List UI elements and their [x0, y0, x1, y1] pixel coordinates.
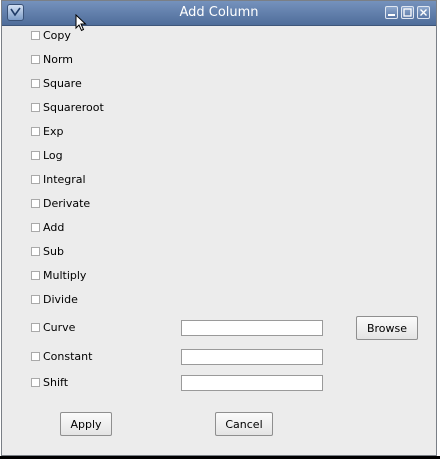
- checkbox-label: Log: [43, 148, 63, 162]
- checkbox-integral[interactable]: Integral: [31, 171, 86, 187]
- checkbox-label: Exp: [43, 124, 64, 138]
- checkbox-label: Divide: [43, 292, 78, 306]
- constant-input[interactable]: [181, 349, 323, 365]
- add-column-dialog: Add Column Copy Norm Square Squareroot E…: [1, 0, 437, 456]
- checkbox-box[interactable]: [31, 246, 40, 256]
- checkbox-box[interactable]: [31, 322, 40, 332]
- checkbox-box[interactable]: [31, 30, 40, 40]
- checkbox-box[interactable]: [31, 126, 40, 136]
- checkbox-label: Shift: [43, 375, 69, 389]
- checkbox-multiply[interactable]: Multiply: [31, 267, 86, 283]
- checkbox-divide[interactable]: Divide: [31, 291, 78, 307]
- cancel-button[interactable]: Cancel: [215, 412, 273, 436]
- checkbox-label: Copy: [43, 28, 71, 42]
- checkbox-label: Square: [43, 76, 82, 90]
- maximize-icon[interactable]: [401, 6, 414, 19]
- title-bar[interactable]: Add Column: [2, 1, 436, 26]
- browse-button[interactable]: Browse: [356, 316, 418, 340]
- checkbox-label: Curve: [43, 320, 76, 334]
- checkbox-box[interactable]: [31, 351, 40, 361]
- checkbox-label: Add: [43, 220, 65, 234]
- window-title: Add Column: [179, 5, 259, 20]
- checkbox-curve[interactable]: Curve: [31, 319, 75, 335]
- minimize-icon[interactable]: [385, 6, 398, 19]
- mouse-pointer-icon: [75, 14, 87, 32]
- checkbox-label: Integral: [43, 172, 86, 186]
- checkbox-box[interactable]: [31, 270, 40, 280]
- checkbox-copy[interactable]: Copy: [31, 27, 71, 43]
- checkbox-box[interactable]: [31, 102, 40, 112]
- checkbox-exp[interactable]: Exp: [31, 123, 63, 139]
- checkbox-label: Norm: [43, 52, 74, 66]
- checkbox-shift[interactable]: Shift: [31, 374, 68, 390]
- apply-button[interactable]: Apply: [60, 412, 112, 436]
- checkbox-constant[interactable]: Constant: [31, 348, 92, 364]
- shift-input[interactable]: [181, 375, 323, 391]
- checkbox-box[interactable]: [31, 377, 40, 387]
- checkbox-log[interactable]: Log: [31, 147, 63, 163]
- checkbox-box[interactable]: [31, 78, 40, 88]
- checkbox-box[interactable]: [31, 198, 40, 208]
- checkbox-box[interactable]: [31, 54, 40, 64]
- checkbox-box[interactable]: [31, 294, 40, 304]
- checkbox-derivate[interactable]: Derivate: [31, 195, 90, 211]
- checkbox-norm[interactable]: Norm: [31, 51, 73, 67]
- checkbox-squareroot[interactable]: Squareroot: [31, 99, 104, 115]
- checkbox-add[interactable]: Add: [31, 219, 64, 235]
- checkbox-label: Squareroot: [43, 100, 104, 114]
- checkbox-label: Derivate: [43, 196, 91, 210]
- checkbox-label: Multiply: [43, 268, 87, 282]
- checkbox-box[interactable]: [31, 150, 40, 160]
- checkbox-box[interactable]: [31, 222, 40, 232]
- checkbox-box[interactable]: [31, 174, 40, 184]
- checkbox-label: Constant: [43, 349, 93, 363]
- checkbox-sub[interactable]: Sub: [31, 243, 64, 259]
- checkbox-square[interactable]: Square: [31, 75, 82, 91]
- curve-input[interactable]: [181, 320, 323, 336]
- checkbox-label: Sub: [43, 244, 64, 258]
- close-icon[interactable]: [417, 6, 430, 19]
